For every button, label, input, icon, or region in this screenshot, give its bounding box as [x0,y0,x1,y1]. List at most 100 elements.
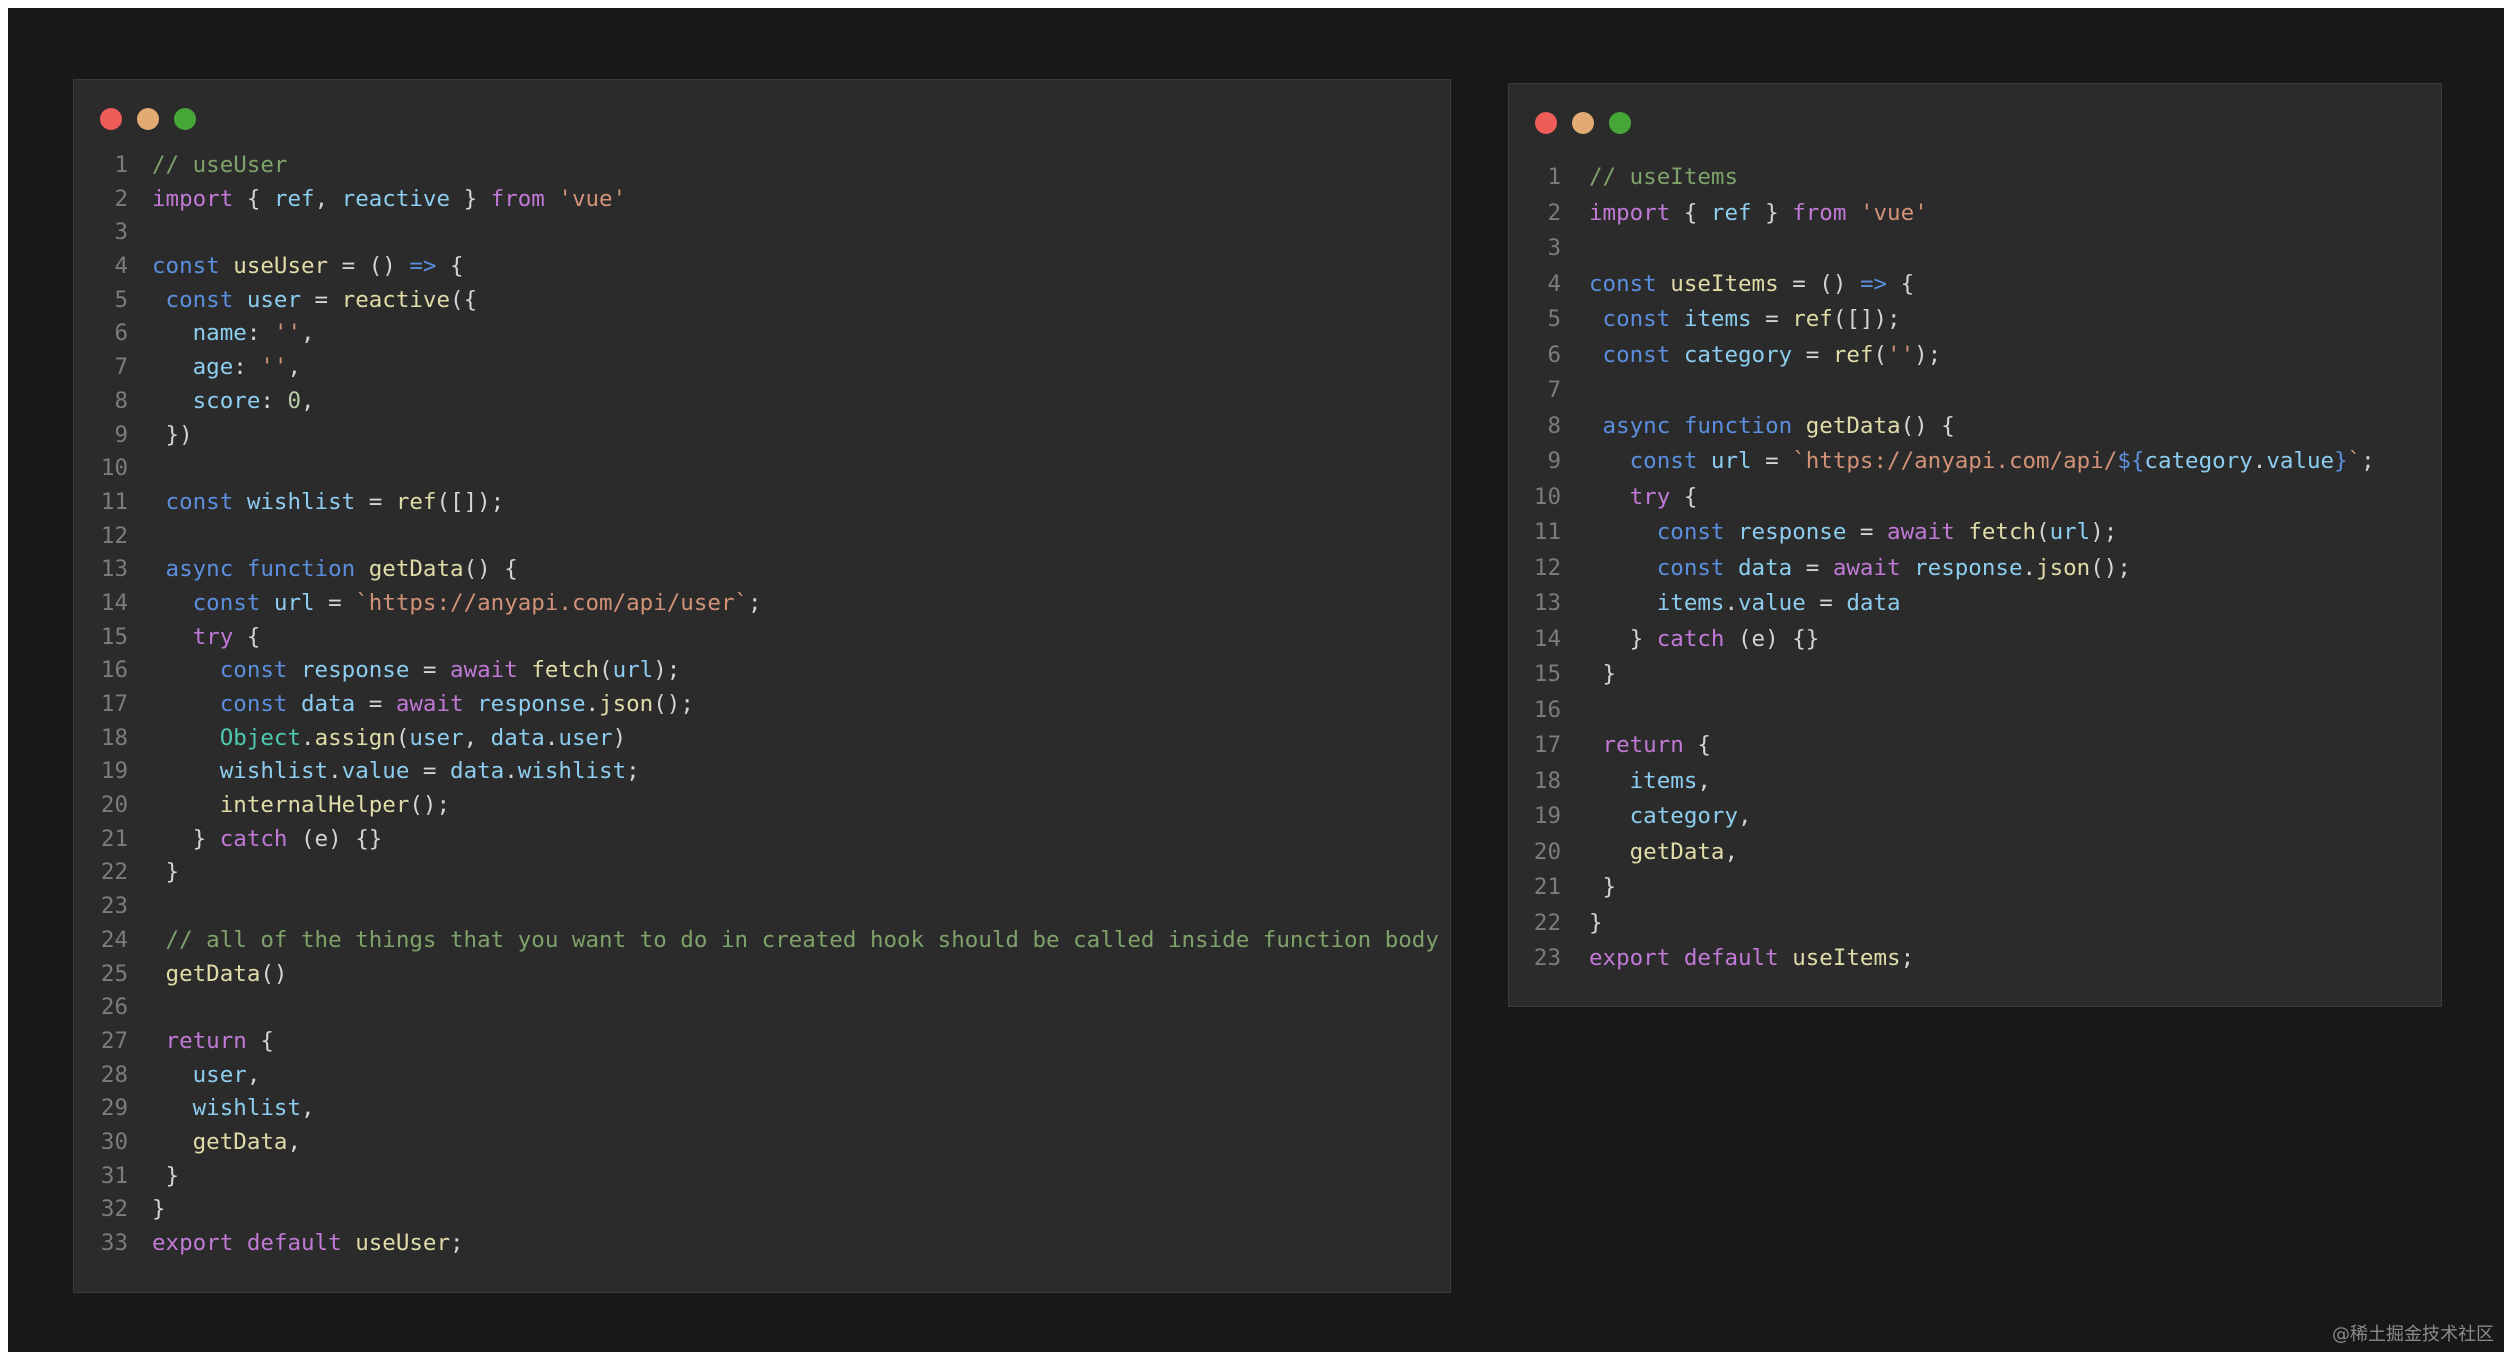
code-token: } [1589,625,1657,652]
code-text: // useItems [1589,160,1738,196]
code-line: 10 try { [1509,480,2441,516]
code-token: . [2022,554,2037,581]
line-number: 13 [1533,590,1561,616]
code-token: reactive [341,286,451,313]
code-token: wishlist [192,1095,302,1122]
line-number: 14 [1533,625,1561,652]
code-token: user [409,724,464,751]
code-line: 19 category, [1509,799,2441,835]
code-text: } [1589,906,1603,942]
line-number: 4 [1547,270,1561,297]
code-token: export [1589,945,1671,971]
code-token: , [246,1061,261,1088]
code-token: wishlist [219,758,329,785]
code-token: return [165,1027,247,1054]
code-token: fetch [1968,519,2037,545]
code-token: return [1602,732,1684,758]
code-token: fetch [531,657,600,684]
code-text: const data = await response.json(); [152,688,694,722]
code-token: } [1751,199,1793,226]
code-token: } [1589,909,1603,936]
code-token: } [152,1196,166,1223]
code-line: 14 } catch (e) {} [1509,622,2441,658]
code-line: 8 async function getData() { [1509,409,2441,445]
code-line: 11 const wishlist = ref([]); [74,486,1450,520]
code-token: name [192,320,247,347]
code-text: try { [152,621,261,655]
line-number: 12 [1533,554,1561,581]
code-text: export default useUser; [152,1227,464,1261]
line-number: 23 [100,893,128,920]
code-token: , [1738,803,1752,829]
code-line: 13 items.value = data [1509,586,2441,622]
code-text: } [152,1193,166,1227]
code-line: 19 wishlist.value = data.wishlist; [74,755,1450,789]
code-text: const data = await response.json(); [1589,551,2131,587]
code-token: (); [2090,554,2131,581]
code-text: // all of the things that you want to do… [152,924,1439,958]
code-line: 6 const category = ref(''); [1509,338,2441,374]
line-number: 10 [100,455,128,482]
line-number: 20 [1533,838,1561,865]
code-line: 24 // all of the things that you want to… [74,924,1450,958]
code-token: '' [260,354,288,381]
line-number: 13 [100,556,128,583]
code-token: age [192,354,234,381]
code-token: getData [1805,412,1901,439]
code-token: Object [219,724,302,751]
code-line: 7 [1509,373,2441,409]
code-token: const [152,253,220,280]
code-token: '' [1887,341,1915,368]
maximize-dot-icon [1609,112,1631,134]
code-token: url [273,589,315,616]
code-line: 13 async function getData() { [74,553,1450,587]
code-line: 30 getData, [74,1126,1450,1160]
code-token: await [395,691,464,717]
code-token: json [599,691,654,717]
code-token: // all of the things that you want to do… [165,926,1439,953]
code-token: internalHelper [219,792,410,819]
code-token: ( [1873,341,1888,368]
code-text: const user = reactive({ [152,284,478,318]
code-text: getData() [152,958,288,992]
code-line: 17 return { [1509,728,2441,764]
code-token: function [246,556,356,583]
code-text: const url = `https://anyapi.com/api/${ca… [1589,444,2375,480]
close-dot-icon [100,108,122,130]
code-token: } [450,185,491,212]
code-text: score: 0, [152,385,315,419]
code-token: { [1683,732,1711,758]
code-token: async [165,556,234,583]
code-token: , [287,1128,302,1155]
line-number: 18 [100,724,128,751]
code-token: = [1792,341,1833,368]
code-token: useUser [355,1230,451,1256]
line-number: 9 [114,421,128,448]
code-text: async function getData() { [1589,409,1955,445]
code-token: ([]); [436,488,505,515]
code-token: ); [1914,341,1942,368]
code-token: ref [1832,341,1874,368]
code-token: ref [273,185,315,212]
code-token: . [544,724,559,751]
code-token: : [233,354,261,381]
code-token: data [1738,554,1793,581]
code-line: 29 wishlist, [74,1092,1450,1126]
code-line: 20 getData, [1509,835,2441,871]
code-token: default [246,1230,342,1256]
code-text: const response = await fetch(url); [152,654,681,688]
code-line: 12 [74,520,1450,554]
code-token: = [1792,554,1833,581]
line-number: 8 [1547,412,1561,439]
